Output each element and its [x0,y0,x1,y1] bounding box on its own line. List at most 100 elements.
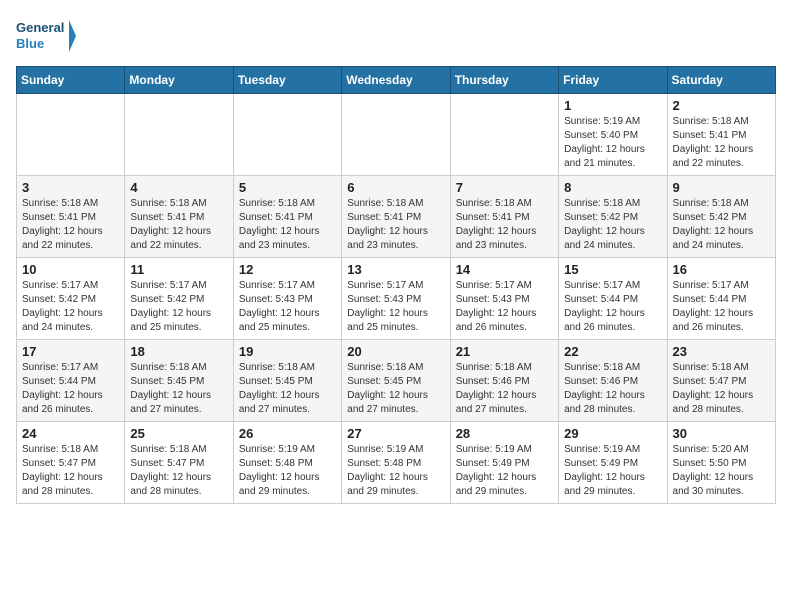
week-row-4: 17 Sunrise: 5:17 AM Sunset: 5:44 PM Dayli… [17,340,776,422]
day-info: Sunrise: 5:18 AM Sunset: 5:41 PM Dayligh… [673,115,770,171]
day-number: 1 [564,98,661,113]
logo-svg: General Blue [16,16,76,56]
day-cell: 27 Sunrise: 5:19 AM Sunset: 5:48 PM Dayli… [342,422,450,504]
header-row: SundayMondayTuesdayWednesdayThursdayFrid… [17,67,776,94]
day-cell: 12Sunrise: 5:17 AM Sunset: 5:43 PM Dayli… [233,258,341,340]
day-number: 3 [22,180,119,195]
day-info: Sunrise: 5:17 AM Sunset: 5:43 PM Dayligh… [347,279,444,335]
day-cell [450,94,558,176]
day-number: 22 [564,344,661,359]
day-number: 17 [22,344,119,359]
day-cell: 22 Sunrise: 5:18 AM Sunset: 5:46 PM Dayli… [559,340,667,422]
day-number: 19 [239,344,336,359]
day-number: 13 [347,262,444,277]
day-info: Sunrise: 5:18 AM Sunset: 5:45 PM Dayligh… [347,361,444,417]
day-number: 15 [564,262,661,277]
day-cell: 1 Sunrise: 5:19 AM Sunset: 5:40 PM Daylig… [559,94,667,176]
day-cell [17,94,125,176]
day-info: Sunrise: 5:17 AM Sunset: 5:42 PM Dayligh… [130,279,227,335]
day-info: Sunrise: 5:19 AM Sunset: 5:40 PM Dayligh… [564,115,661,171]
day-cell: 19 Sunrise: 5:18 AM Sunset: 5:45 PM Dayli… [233,340,341,422]
day-info: Sunrise: 5:19 AM Sunset: 5:49 PM Dayligh… [456,443,553,499]
day-info: Sunrise: 5:18 AM Sunset: 5:47 PM Dayligh… [22,443,119,499]
day-info: Sunrise: 5:19 AM Sunset: 5:48 PM Dayligh… [239,443,336,499]
day-info: Sunrise: 5:17 AM Sunset: 5:44 PM Dayligh… [22,361,119,417]
day-cell [233,94,341,176]
day-number: 5 [239,180,336,195]
day-info: Sunrise: 5:18 AM Sunset: 5:41 PM Dayligh… [130,197,227,253]
day-cell: 23Sunrise: 5:18 AM Sunset: 5:47 PM Dayli… [667,340,775,422]
day-number: 23 [673,344,770,359]
day-number: 2 [673,98,770,113]
day-cell: 29Sunrise: 5:19 AM Sunset: 5:49 PM Dayli… [559,422,667,504]
day-cell: 2 Sunrise: 5:18 AM Sunset: 5:41 PM Daylig… [667,94,775,176]
calendar-table: SundayMondayTuesdayWednesdayThursdayFrid… [16,66,776,504]
col-header-saturday: Saturday [667,67,775,94]
day-cell: 14 Sunrise: 5:17 AM Sunset: 5:43 PM Dayli… [450,258,558,340]
day-info: Sunrise: 5:18 AM Sunset: 5:47 PM Dayligh… [130,443,227,499]
day-cell: 30 Sunrise: 5:20 AM Sunset: 5:50 PM Dayli… [667,422,775,504]
col-header-sunday: Sunday [17,67,125,94]
col-header-tuesday: Tuesday [233,67,341,94]
day-number: 25 [130,426,227,441]
day-cell: 21 Sunrise: 5:18 AM Sunset: 5:46 PM Dayli… [450,340,558,422]
day-cell: 16Sunrise: 5:17 AM Sunset: 5:44 PM Dayli… [667,258,775,340]
day-cell: 4 Sunrise: 5:18 AM Sunset: 5:41 PM Daylig… [125,176,233,258]
day-cell: 28 Sunrise: 5:19 AM Sunset: 5:49 PM Dayli… [450,422,558,504]
day-cell: 20 Sunrise: 5:18 AM Sunset: 5:45 PM Dayli… [342,340,450,422]
day-cell: 8 Sunrise: 5:18 AM Sunset: 5:42 PM Daylig… [559,176,667,258]
day-number: 20 [347,344,444,359]
day-info: Sunrise: 5:17 AM Sunset: 5:44 PM Dayligh… [673,279,770,335]
col-header-wednesday: Wednesday [342,67,450,94]
day-info: Sunrise: 5:18 AM Sunset: 5:41 PM Dayligh… [22,197,119,253]
week-row-3: 10 Sunrise: 5:17 AM Sunset: 5:42 PM Dayli… [17,258,776,340]
col-header-friday: Friday [559,67,667,94]
day-info: Sunrise: 5:17 AM Sunset: 5:42 PM Dayligh… [22,279,119,335]
day-cell: 26Sunrise: 5:19 AM Sunset: 5:48 PM Dayli… [233,422,341,504]
svg-text:Blue: Blue [16,36,44,51]
day-cell: 13 Sunrise: 5:17 AM Sunset: 5:43 PM Dayli… [342,258,450,340]
day-info: Sunrise: 5:18 AM Sunset: 5:41 PM Dayligh… [347,197,444,253]
day-info: Sunrise: 5:18 AM Sunset: 5:45 PM Dayligh… [239,361,336,417]
day-info: Sunrise: 5:19 AM Sunset: 5:49 PM Dayligh… [564,443,661,499]
day-info: Sunrise: 5:18 AM Sunset: 5:41 PM Dayligh… [456,197,553,253]
day-cell: 25 Sunrise: 5:18 AM Sunset: 5:47 PM Dayli… [125,422,233,504]
svg-text:General: General [16,20,64,35]
day-cell: 10 Sunrise: 5:17 AM Sunset: 5:42 PM Dayli… [17,258,125,340]
logo: General Blue [16,16,76,56]
day-cell: 15 Sunrise: 5:17 AM Sunset: 5:44 PM Dayli… [559,258,667,340]
week-row-2: 3 Sunrise: 5:18 AM Sunset: 5:41 PM Daylig… [17,176,776,258]
day-info: Sunrise: 5:17 AM Sunset: 5:43 PM Dayligh… [239,279,336,335]
day-cell: 24 Sunrise: 5:18 AM Sunset: 5:47 PM Dayli… [17,422,125,504]
day-number: 18 [130,344,227,359]
day-cell: 9Sunrise: 5:18 AM Sunset: 5:42 PM Daylig… [667,176,775,258]
day-number: 10 [22,262,119,277]
day-number: 8 [564,180,661,195]
day-number: 27 [347,426,444,441]
day-number: 30 [673,426,770,441]
day-number: 6 [347,180,444,195]
day-info: Sunrise: 5:18 AM Sunset: 5:45 PM Dayligh… [130,361,227,417]
day-number: 21 [456,344,553,359]
day-info: Sunrise: 5:19 AM Sunset: 5:48 PM Dayligh… [347,443,444,499]
day-cell: 17 Sunrise: 5:17 AM Sunset: 5:44 PM Dayli… [17,340,125,422]
week-row-5: 24 Sunrise: 5:18 AM Sunset: 5:47 PM Dayli… [17,422,776,504]
day-number: 24 [22,426,119,441]
day-info: Sunrise: 5:18 AM Sunset: 5:42 PM Dayligh… [564,197,661,253]
header: General Blue [16,16,776,56]
day-info: Sunrise: 5:20 AM Sunset: 5:50 PM Dayligh… [673,443,770,499]
day-info: Sunrise: 5:17 AM Sunset: 5:43 PM Dayligh… [456,279,553,335]
day-cell: 18 Sunrise: 5:18 AM Sunset: 5:45 PM Dayli… [125,340,233,422]
day-number: 28 [456,426,553,441]
day-info: Sunrise: 5:18 AM Sunset: 5:46 PM Dayligh… [456,361,553,417]
day-cell [125,94,233,176]
day-number: 4 [130,180,227,195]
day-info: Sunrise: 5:17 AM Sunset: 5:44 PM Dayligh… [564,279,661,335]
col-header-thursday: Thursday [450,67,558,94]
day-cell [342,94,450,176]
day-cell: 7 Sunrise: 5:18 AM Sunset: 5:41 PM Daylig… [450,176,558,258]
day-cell: 6 Sunrise: 5:18 AM Sunset: 5:41 PM Daylig… [342,176,450,258]
day-info: Sunrise: 5:18 AM Sunset: 5:46 PM Dayligh… [564,361,661,417]
day-number: 7 [456,180,553,195]
day-number: 14 [456,262,553,277]
